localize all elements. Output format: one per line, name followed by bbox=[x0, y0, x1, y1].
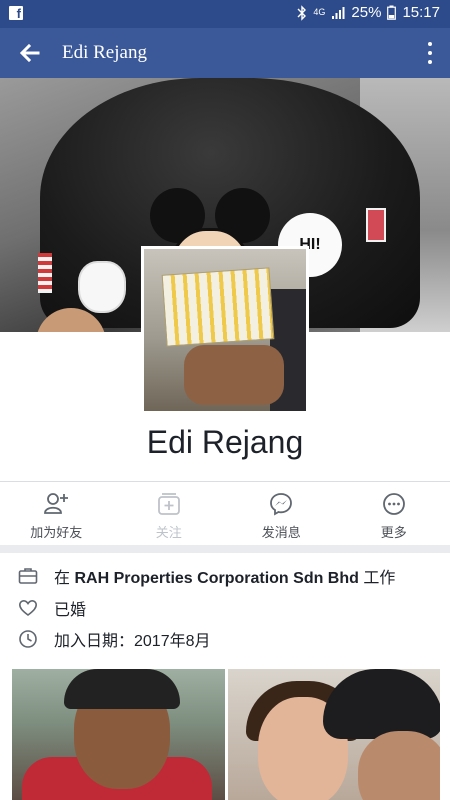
profile-name: Edi Rejang bbox=[146, 424, 304, 460]
profile-picture[interactable] bbox=[141, 246, 309, 414]
battery-percent: 25% bbox=[351, 4, 382, 21]
message-label: 发消息 bbox=[261, 525, 301, 540]
profile-picture-image bbox=[144, 249, 306, 411]
more-label: 更多 bbox=[380, 525, 407, 540]
work-company-link[interactable]: RAH Properties Corporation Sdn Bhd bbox=[74, 570, 358, 587]
add-friend-label: 加为好友 bbox=[30, 525, 83, 540]
follow-icon bbox=[157, 493, 180, 515]
relationship-info-row: 已婚 bbox=[18, 596, 438, 620]
add-friend-button[interactable]: 加为好友 bbox=[0, 482, 113, 544]
briefcase-icon bbox=[18, 568, 38, 584]
clock-icon bbox=[19, 630, 37, 648]
profile-arm bbox=[184, 345, 284, 405]
joined-info-row: 加入日期：2017年8月 bbox=[18, 627, 438, 651]
joined-text: 加入日期：2017年8月 bbox=[54, 633, 211, 650]
photo-thumbnail[interactable] bbox=[12, 669, 225, 800]
heart-icon bbox=[18, 599, 38, 617]
bluetooth-icon bbox=[297, 4, 307, 21]
signal-icon bbox=[332, 6, 345, 19]
work-info-text: 在 RAH Properties Corporation Sdn Bhd 工作 bbox=[54, 564, 395, 588]
relationship-text: 已婚 bbox=[54, 602, 87, 619]
cap-stripe bbox=[38, 253, 52, 293]
photo-cap bbox=[323, 669, 440, 739]
facebook-notification-icon: f bbox=[9, 6, 23, 21]
add-friend-icon bbox=[44, 493, 69, 514]
app-bar-title: Edi Rejang bbox=[62, 42, 147, 63]
profile-actions: 加为好友 关注 发消息 更多 bbox=[0, 482, 450, 544]
photo-thumbnail[interactable] bbox=[228, 669, 440, 800]
overflow-menu-button[interactable] bbox=[426, 40, 434, 66]
follow-button[interactable]: 关注 bbox=[113, 482, 226, 544]
app-bar: Edi Rejang bbox=[0, 28, 450, 78]
follow-label: 关注 bbox=[155, 525, 182, 540]
more-vertical-icon bbox=[428, 42, 432, 47]
work-prefix: 在 bbox=[54, 570, 75, 587]
work-suffix: 工作 bbox=[358, 570, 396, 587]
photo-person-face bbox=[358, 731, 440, 800]
more-icon bbox=[382, 493, 405, 515]
work-info-row: 在 RAH Properties Corporation Sdn Bhd 工作 bbox=[18, 564, 438, 588]
clock: 15:17 bbox=[402, 4, 440, 21]
battery-icon bbox=[387, 5, 397, 20]
status-indicators: 4G 25% 15:17 bbox=[297, 4, 440, 21]
message-button[interactable]: 发消息 bbox=[225, 482, 338, 544]
messenger-icon bbox=[270, 493, 293, 516]
section-separator bbox=[0, 545, 450, 553]
cap-tag bbox=[366, 208, 386, 242]
product-box bbox=[161, 267, 275, 347]
product-box-label bbox=[173, 275, 263, 281]
more-button[interactable]: 更多 bbox=[338, 482, 450, 544]
network-type: 4G bbox=[313, 7, 326, 17]
arrow-left-icon bbox=[19, 43, 40, 63]
photo-person-helmet bbox=[64, 669, 180, 709]
glove-patch bbox=[78, 261, 126, 313]
back-button[interactable] bbox=[16, 39, 44, 67]
status-bar: f 4G 25% 15:17 bbox=[0, 0, 450, 28]
